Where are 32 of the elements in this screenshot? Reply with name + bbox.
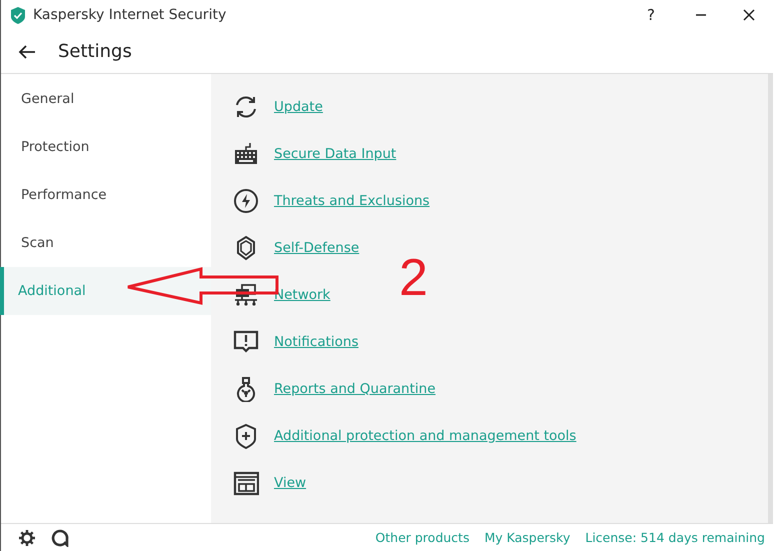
settings-link[interactable]: Secure Data Input (274, 146, 396, 162)
settings-link[interactable]: Reports and Quarantine (274, 380, 436, 396)
footer-link[interactable]: My Kaspersky (484, 530, 570, 545)
sidebar-item[interactable]: Performance (0, 171, 211, 219)
lightning-icon (233, 188, 259, 214)
settings-link[interactable]: View (274, 474, 306, 490)
footer-link[interactable]: License: 514 days remaining (585, 530, 765, 545)
refresh-icon (233, 94, 259, 120)
settings-link[interactable]: Notifications (274, 334, 358, 350)
network-icon (233, 282, 259, 308)
back-arrow-icon[interactable] (18, 44, 36, 58)
help-button[interactable]: ? (627, 0, 675, 30)
window-layout-icon (233, 470, 259, 496)
shield-check-icon (11, 6, 25, 24)
sidebar-item[interactable]: Additional (0, 267, 211, 315)
settings-icon[interactable] (18, 528, 36, 546)
settings-link[interactable]: Update (274, 98, 323, 114)
settings-link[interactable]: Threats and Exclusions (274, 192, 430, 208)
keyboard-icon (233, 140, 259, 166)
footer-link[interactable]: Other products (375, 530, 470, 545)
settings-link[interactable]: Self-Defense (274, 240, 360, 256)
shield-plus-icon (233, 422, 259, 448)
message-alert-icon (233, 328, 259, 354)
annotation-number: 2 (399, 250, 428, 306)
sidebar-item[interactable]: Scan (0, 219, 211, 267)
settings-link[interactable]: Additional protection and management tools (274, 428, 576, 444)
sidebar-item[interactable]: General (0, 75, 211, 123)
window-title: Kaspersky Internet Security (33, 7, 228, 23)
sidebar-item[interactable]: Protection (0, 123, 211, 171)
page-title: Settings (58, 41, 132, 62)
close-icon (743, 9, 755, 21)
support-icon[interactable] (51, 528, 69, 546)
